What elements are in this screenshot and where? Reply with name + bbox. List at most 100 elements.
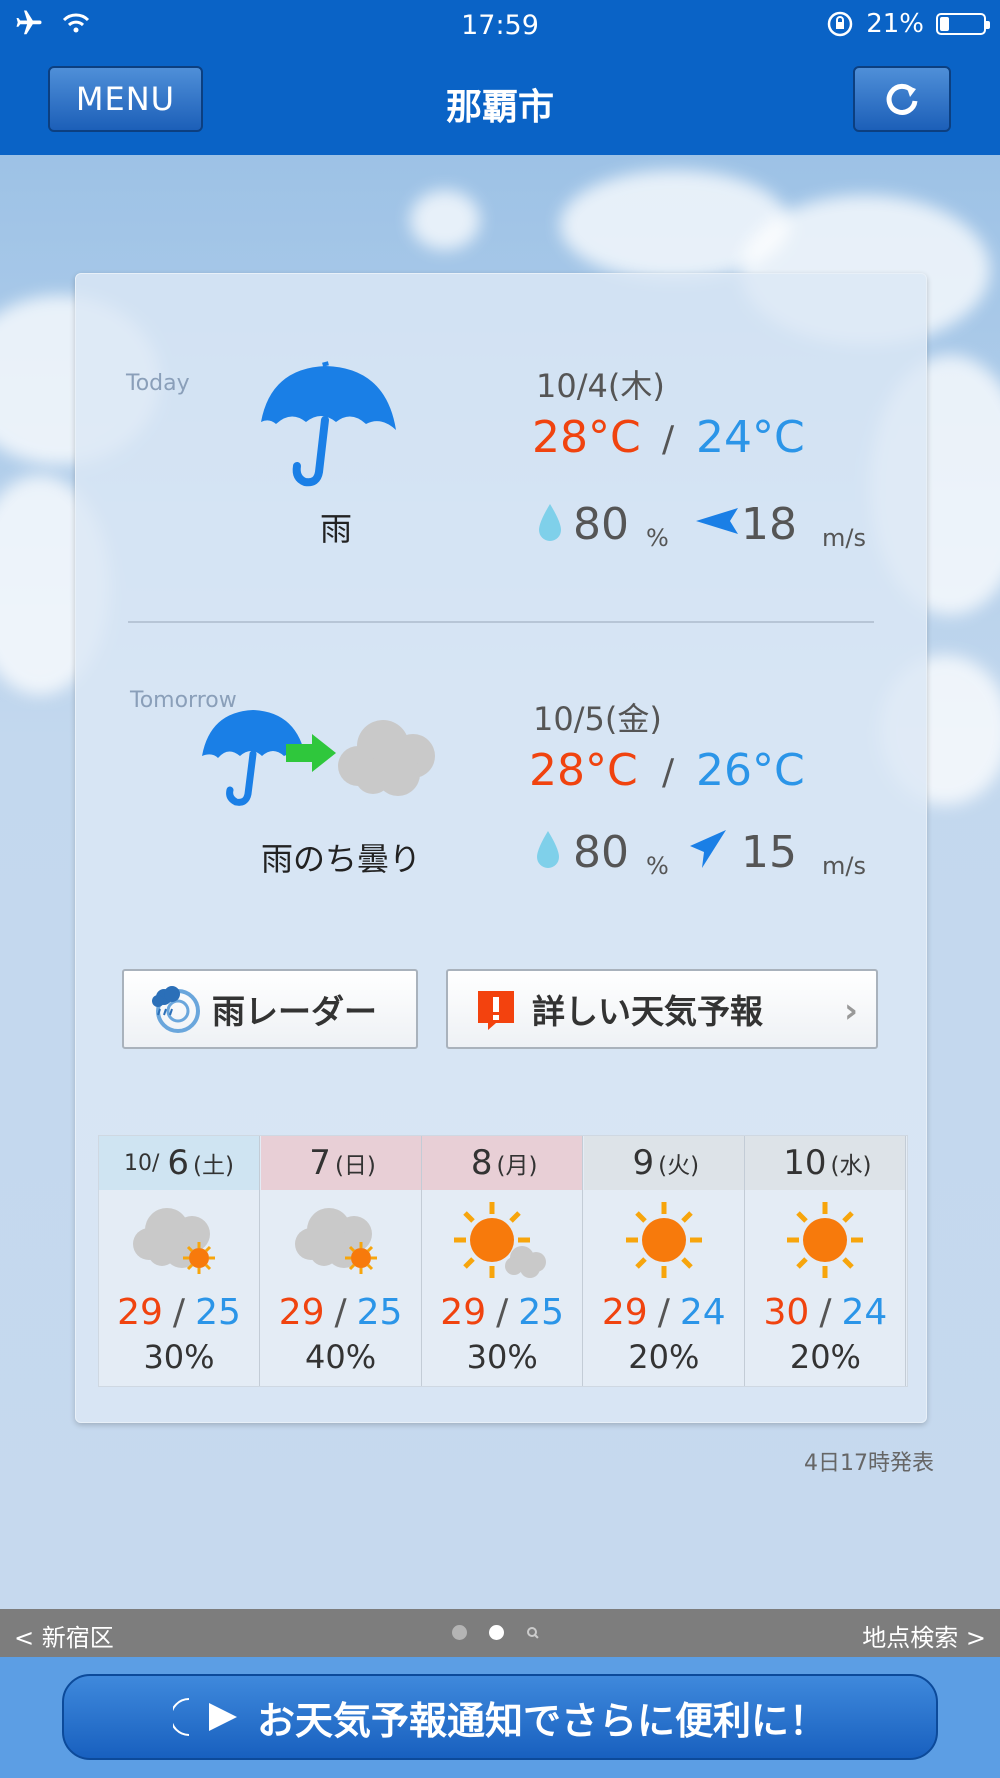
week-rain-chance: 20% xyxy=(628,1338,700,1376)
today-weather: 雨 xyxy=(319,510,352,548)
week-high: 29 xyxy=(117,1292,163,1333)
today-date: 10/4(木) xyxy=(536,367,665,405)
cloudy-sun-icon xyxy=(127,1200,232,1280)
location-search-link[interactable]: 地点検索 > xyxy=(862,1618,986,1653)
tomorrow-wind-unit: m/s xyxy=(822,852,866,880)
today-wind-unit: m/s xyxy=(822,524,866,552)
city-title: 那覇市 xyxy=(445,87,554,128)
tomorrow-wind: 15 xyxy=(741,827,797,878)
week-slash: / xyxy=(334,1292,347,1333)
week-high: 29 xyxy=(440,1292,487,1333)
week-day-header: 7 (日) xyxy=(260,1136,421,1190)
page-dot-active[interactable] xyxy=(489,1625,504,1640)
today-slash: / xyxy=(662,419,675,460)
page-dot[interactable] xyxy=(452,1625,467,1640)
divider xyxy=(128,621,874,623)
today-high: 28°C xyxy=(532,412,641,463)
refresh-button[interactable] xyxy=(853,66,951,132)
detailed-forecast-label: 詳しい天気予報 xyxy=(532,992,763,1031)
today-label: Today xyxy=(126,371,190,396)
top-bar: 17:59 21% MENU 那覇市 xyxy=(0,0,1000,155)
week-weekday: (水) xyxy=(830,1153,872,1179)
refresh-icon xyxy=(886,83,918,115)
raindrop-icon xyxy=(539,504,561,541)
week-day-number: 7 xyxy=(309,1143,331,1183)
moon-play-icon xyxy=(172,1695,237,1739)
wind-direction-icon xyxy=(696,508,738,534)
notification-promo-button[interactable]: お天気予報通知でさらに便利に！ xyxy=(62,1674,938,1760)
week-weekday: (土) xyxy=(193,1153,234,1179)
week-slash: / xyxy=(496,1292,509,1333)
week-temps: 29/25 xyxy=(422,1292,582,1333)
week-low: 25 xyxy=(518,1292,565,1333)
week-low: 25 xyxy=(356,1292,403,1333)
issued-time: 4日17時発表 xyxy=(804,1451,934,1476)
week-high: 29 xyxy=(601,1292,648,1333)
week-high: 29 xyxy=(278,1292,325,1333)
week-day-number: 10 xyxy=(783,1143,827,1183)
weekly-forecast: 10/6 (土) 29/25 30% 7 (日) 29/25 40% 8 (月) 29/25 30% 9… xyxy=(98,1135,908,1387)
tomorrow-slash: / xyxy=(662,752,675,793)
sun-cloud-icon xyxy=(450,1200,555,1280)
week-day-header: 9 (火) xyxy=(583,1136,744,1190)
rotation-lock-icon xyxy=(827,11,853,37)
rain-then-cloudy-icon xyxy=(202,710,435,806)
week-slash: / xyxy=(172,1292,186,1333)
week-day-header: 10 (水) xyxy=(745,1136,906,1190)
wind-direction-icon xyxy=(690,830,726,868)
week-rain-chance: 40% xyxy=(305,1338,377,1376)
week-high: 30 xyxy=(763,1292,810,1333)
umbrella-icon xyxy=(261,361,396,487)
week-low: 24 xyxy=(679,1292,726,1333)
week-temps: 29/25 xyxy=(99,1292,259,1333)
week-rain-chance: 20% xyxy=(789,1338,861,1376)
tomorrow-weather: 雨のち曇り xyxy=(260,840,421,878)
week-slash: / xyxy=(657,1292,670,1333)
week-day-column: 8 (月) 29/25 30% xyxy=(422,1136,584,1386)
today-low: 24°C xyxy=(696,412,805,463)
tomorrow-low: 26°C xyxy=(696,745,805,796)
week-weekday: (日) xyxy=(334,1153,376,1179)
rain-radar-button[interactable]: 雨レーダー xyxy=(122,969,418,1049)
week-weekday: (火) xyxy=(658,1153,700,1179)
tomorrow-high: 28°C xyxy=(529,745,638,796)
week-low: 25 xyxy=(195,1292,241,1333)
today-rain-unit: % xyxy=(646,524,669,552)
tomorrow-rain-unit: % xyxy=(646,852,669,880)
week-day-number: 8 xyxy=(470,1143,493,1183)
page-indicator xyxy=(452,1625,540,1640)
week-day-number: 9 xyxy=(632,1143,655,1183)
week-month: 10/ xyxy=(124,1150,160,1176)
rain-radar-label: 雨レーダー xyxy=(212,992,377,1031)
today-wind: 18 xyxy=(741,499,797,550)
prev-location-link[interactable]: < 新宿区 xyxy=(14,1618,114,1653)
rain-radar-icon xyxy=(152,986,200,1033)
chevron-right-icon: › xyxy=(843,991,858,1031)
sun-icon xyxy=(773,1200,878,1280)
bottom-bar: お天気予報通知でさらに便利に！ xyxy=(0,1657,1000,1778)
week-day-column: 9 (火) 29/24 20% xyxy=(583,1136,745,1386)
notification-promo-label: お天気予報通知でさらに便利に！ xyxy=(256,1698,827,1743)
week-day-header: 10/6 (土) xyxy=(99,1136,259,1190)
cloudy-sun-icon xyxy=(289,1200,394,1280)
sun-icon xyxy=(612,1200,717,1280)
week-day-header: 8 (月) xyxy=(422,1136,583,1190)
week-day-column: 10/6 (土) 29/25 30% xyxy=(99,1136,260,1386)
battery-icon xyxy=(936,13,990,35)
week-rain-chance: 30% xyxy=(466,1338,538,1376)
raindrop-icon xyxy=(537,831,559,868)
detailed-forecast-button[interactable]: 詳しい天気予報 › xyxy=(446,969,878,1049)
tomorrow-rain: 80 xyxy=(573,827,629,878)
alert-icon xyxy=(478,991,514,1030)
week-slash: / xyxy=(819,1292,832,1333)
search-icon[interactable] xyxy=(526,1626,540,1640)
week-rain-chance: 30% xyxy=(143,1338,215,1376)
week-temps: 29/24 xyxy=(584,1292,744,1333)
tomorrow-date: 10/5(金) xyxy=(533,700,662,738)
forecast-card: Today 雨 10/4(木) 28°C / 24°C 80 % 18 m/s … xyxy=(75,273,927,1423)
week-day-column: 10 (水) 30/24 20% xyxy=(745,1136,907,1386)
week-day-number: 6 xyxy=(167,1143,190,1183)
location-nav: < 新宿区 地点検索 > xyxy=(0,1609,1000,1657)
week-temps: 30/24 xyxy=(745,1292,905,1333)
week-temps: 29/25 xyxy=(261,1292,421,1333)
